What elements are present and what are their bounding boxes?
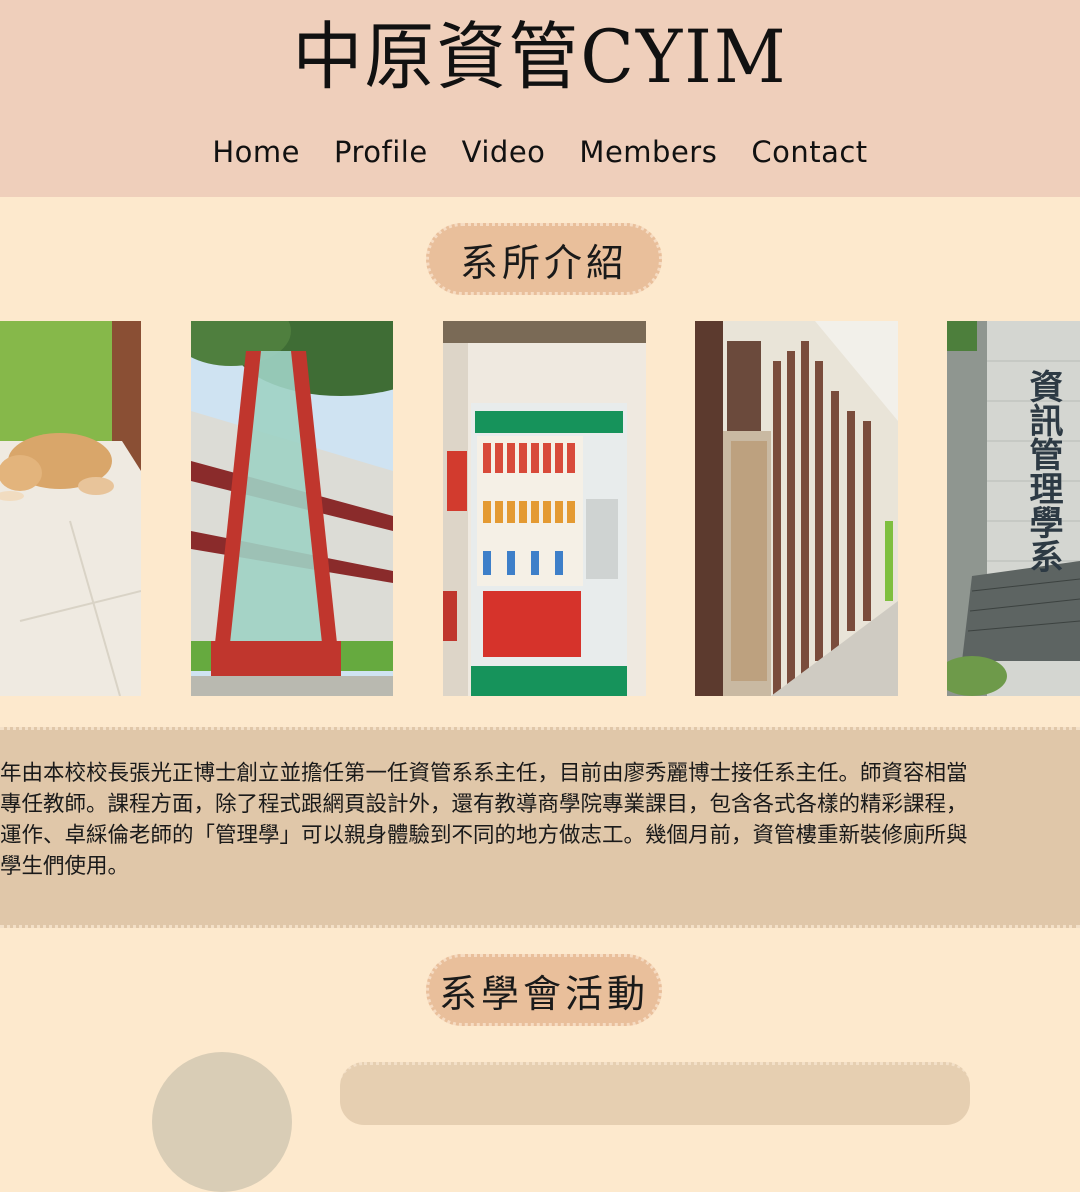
vending-machine-photo [443,321,646,696]
intro-line-4: 學生們使用。 [0,854,130,879]
hallway-elevator-photo [695,321,898,696]
nav-home[interactable]: Home [212,132,300,172]
main-nav: Home Profile Video Members Contact [0,132,1080,172]
nav-members[interactable]: Members [579,132,717,172]
nav-video[interactable]: Video [462,132,546,172]
photo-gallery: 資訊管理學系 [0,321,1080,696]
section-heading-intro: 系所介紹 [426,223,662,295]
elevator-tower-photo [191,321,393,696]
activity-photo [152,1052,292,1192]
section-heading-activities: 系學會活動 [426,954,662,1026]
department-intro: 年由本校校長張光正博士創立並擔任第一任資管系系主任，目前由廖秀麗博士接任系主任。… [0,727,1080,928]
intro-line-1: 年由本校校長張光正博士創立並擔任第一任資管系系主任，目前由廖秀麗博士接任系主任。… [0,761,968,786]
building-sign-text: 資訊管理學系 [1023,369,1063,573]
nav-profile[interactable]: Profile [334,132,428,172]
intro-line-3: 運作、卓綵倫老師的「管理學」可以親身體驗到不同的地方做志工。幾個月前，資管樓重新… [0,823,968,848]
building-sign-photo: 資訊管理學系 [947,321,1080,696]
dog-photo [0,321,141,696]
site-title: 中原資管CYIM [292,13,788,101]
activity-card [340,1062,970,1125]
intro-text: 年由本校校長張光正博士創立並擔任第一任資管系系主任，目前由廖秀麗博士接任系主任。… [0,758,1080,882]
intro-line-2: 專任教師。課程方面，除了程式跟網頁設計外，還有教導商學院專業課目，包含各式各樣的… [0,792,968,817]
site-header: 中原資管CYIM Home Profile Video Members Cont… [0,0,1080,197]
nav-contact[interactable]: Contact [751,132,867,172]
